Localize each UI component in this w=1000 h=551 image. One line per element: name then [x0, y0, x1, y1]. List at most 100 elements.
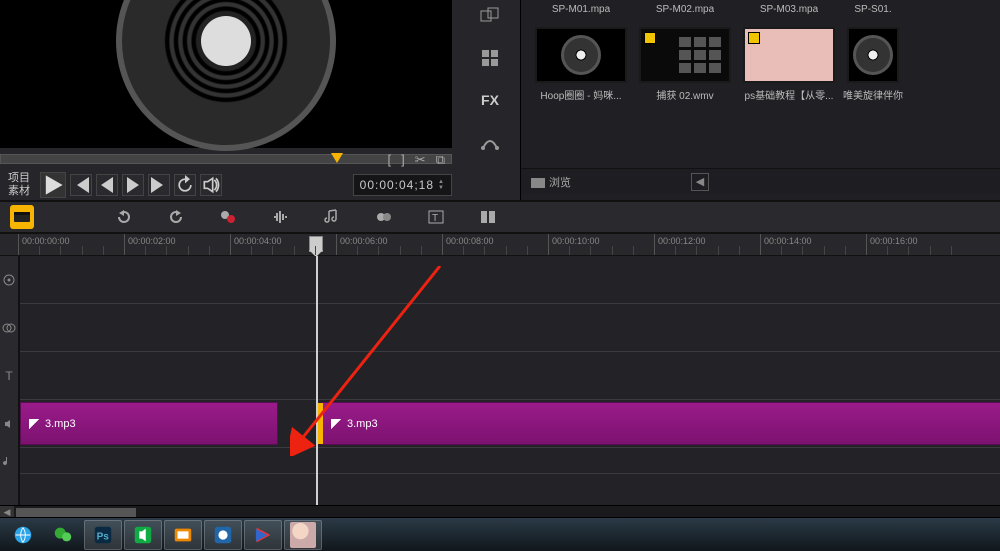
- library-item[interactable]: 捕获 02.wmv: [639, 27, 731, 102]
- taskbar-wechat-icon[interactable]: [44, 520, 82, 550]
- ruler-minor-tick: [39, 246, 40, 255]
- cut-icon[interactable]: ✂: [415, 152, 426, 168]
- music-track-icon[interactable]: [0, 448, 18, 474]
- mark-in-icon[interactable]: [: [388, 152, 392, 168]
- video-track-icon[interactable]: [0, 256, 18, 304]
- library-item[interactable]: 唯美旋律伴你: [847, 27, 899, 102]
- ruler-minor-tick: [718, 246, 719, 255]
- taskbar-capture-icon[interactable]: [164, 520, 202, 550]
- volume-button[interactable]: [200, 174, 222, 196]
- undo-button[interactable]: [112, 205, 136, 229]
- taskbar-player-icon[interactable]: [244, 520, 282, 550]
- path-tool-icon[interactable]: [476, 130, 504, 154]
- library-item-label: SP-M03.mpa: [760, 4, 818, 15]
- svg-text:Ps: Ps: [97, 531, 110, 542]
- play-button[interactable]: [40, 172, 66, 198]
- library-item[interactable]: [743, 114, 835, 122]
- collage-icon: [675, 33, 725, 77]
- timecode-spinner-icon[interactable]: ▲▼: [438, 179, 445, 191]
- library-item[interactable]: ps基础教程【从零...: [743, 27, 835, 102]
- go-end-button[interactable]: [148, 174, 170, 196]
- taskbar-photoshop-icon[interactable]: Ps: [84, 520, 122, 550]
- ruler-minor-tick: [781, 246, 782, 255]
- title-tool-button[interactable]: T: [424, 205, 448, 229]
- track-gutter: T: [0, 256, 20, 505]
- preview-viewport[interactable]: [0, 0, 452, 148]
- ruler-minor-tick: [612, 246, 613, 255]
- taskbar-audio-icon[interactable]: [124, 520, 162, 550]
- overlay-track[interactable]: [0, 304, 1000, 352]
- title-track[interactable]: [0, 352, 1000, 400]
- taskbar-ie-icon[interactable]: [4, 520, 42, 550]
- svg-text:T: T: [432, 213, 438, 224]
- library-item[interactable]: SP-M02.mpa: [639, 0, 731, 15]
- windows-taskbar: Ps: [0, 517, 1000, 551]
- repeat-button[interactable]: [174, 174, 196, 196]
- library-item[interactable]: [639, 114, 731, 122]
- video-track[interactable]: [0, 256, 1000, 304]
- storyboard-mode-button[interactable]: [10, 205, 34, 229]
- taskbar-avatar-icon[interactable]: [284, 520, 322, 550]
- ruler-tick: 00:00:06:00: [336, 234, 388, 255]
- disc-icon: [853, 35, 893, 75]
- timeline-ruler[interactable]: 00:00:00:0000:00:02:0000:00:04:0000:00:0…: [0, 234, 1000, 256]
- ruler-minor-tick: [315, 246, 316, 255]
- ruler-minor-tick: [463, 246, 464, 255]
- library-item-label: SP-M01.mpa: [552, 4, 610, 15]
- overlay-track-icon[interactable]: [0, 304, 18, 352]
- ruler-minor-tick: [824, 246, 825, 255]
- playhead-marker-icon[interactable]: [309, 236, 323, 252]
- go-start-button[interactable]: [70, 174, 92, 196]
- library-item[interactable]: SP-M03.mpa: [743, 0, 835, 15]
- ruler-minor-tick: [739, 246, 740, 255]
- voice-track[interactable]: 3.mp3 3.mp3: [0, 400, 1000, 448]
- mode-clip-label: 素材: [8, 185, 30, 198]
- ruler-minor-tick: [103, 246, 104, 255]
- prev-frame-button[interactable]: [96, 174, 118, 196]
- audio-clip[interactable]: 3.mp3: [322, 402, 1000, 445]
- timecode-display[interactable]: 00:00:04;18 ▲▼: [353, 174, 452, 196]
- taskbar-tool-icon[interactable]: [204, 520, 242, 550]
- scroll-thumb[interactable]: [16, 508, 136, 518]
- library-item-label: ps基础教程【从零...: [745, 87, 834, 102]
- mark-out-icon[interactable]: ]: [401, 152, 405, 168]
- ruler-minor-tick: [951, 246, 952, 255]
- ruler-minor-tick: [166, 246, 167, 255]
- title-track-icon[interactable]: T: [0, 352, 18, 400]
- browse-button[interactable]: 浏览: [531, 174, 571, 190]
- timecode-value: 00:00:04;18: [360, 178, 434, 192]
- audio-mixer-button[interactable]: [268, 205, 292, 229]
- library-item[interactable]: SP-S01.: [847, 0, 899, 15]
- ruler-minor-tick: [60, 246, 61, 255]
- next-frame-button[interactable]: [122, 174, 144, 196]
- music-track[interactable]: [0, 448, 1000, 474]
- record-button[interactable]: [216, 205, 240, 229]
- library-item[interactable]: [535, 114, 627, 122]
- ruler-minor-tick: [908, 246, 909, 255]
- library-item[interactable]: Hoop圈圈 - 妈咪...: [535, 27, 627, 102]
- library-item[interactable]: SP-M01.mpa: [535, 0, 627, 15]
- fx-tool-icon[interactable]: FX: [476, 88, 504, 112]
- auto-music-button[interactable]: [320, 205, 344, 229]
- library-toolbar: 浏览 ◀: [521, 168, 1000, 194]
- ruler-minor-tick: [506, 246, 507, 255]
- timeline-tracks: T 3.mp3 3.mp3: [0, 256, 1000, 505]
- voice-track-icon[interactable]: [0, 400, 18, 448]
- chapter-button[interactable]: [476, 205, 500, 229]
- overlay-tool-icon[interactable]: [476, 46, 504, 70]
- scrub-bar[interactable]: [ ] ✂ ⧉: [0, 154, 452, 164]
- ruler-minor-tick: [696, 246, 697, 255]
- ruler-tick: 00:00:00:00: [18, 234, 70, 255]
- ruler-tick: 00:00:16:00: [866, 234, 918, 255]
- library-nav-prev-icon[interactable]: ◀: [691, 173, 709, 191]
- scrub-head-icon[interactable]: [331, 153, 343, 163]
- audio-clip[interactable]: 3.mp3: [20, 402, 278, 445]
- ruler-minor-tick: [484, 246, 485, 255]
- mode-label[interactable]: 项目 素材: [8, 172, 30, 198]
- track-manager-button[interactable]: [372, 205, 396, 229]
- avatar-image: [290, 522, 316, 548]
- transition-tool-icon[interactable]: [476, 4, 504, 28]
- mode-project-label: 项目: [8, 172, 30, 185]
- redo-button[interactable]: [164, 205, 188, 229]
- copy-icon[interactable]: ⧉: [436, 152, 445, 168]
